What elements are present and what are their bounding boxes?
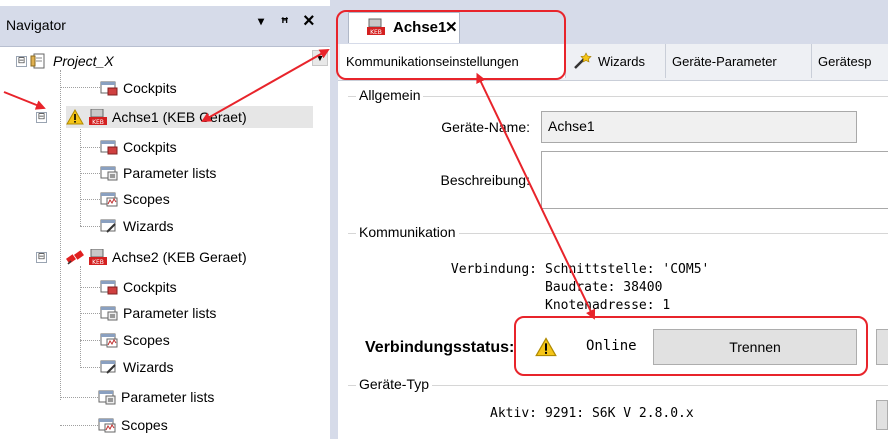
- arrow-left: [3, 91, 46, 110]
- arrow-tab-to-status: [476, 72, 596, 320]
- arrow-achse1-to-tab: [201, 49, 330, 122]
- annotation-arrows: [3, 49, 596, 320]
